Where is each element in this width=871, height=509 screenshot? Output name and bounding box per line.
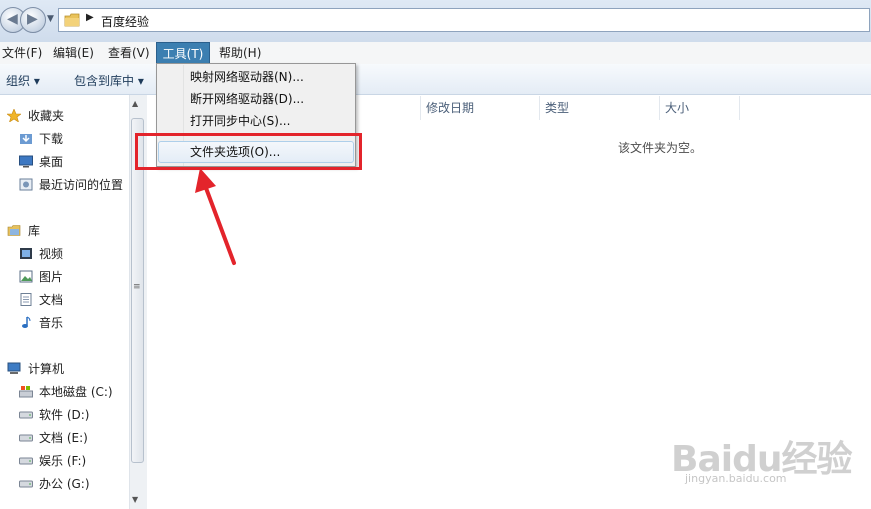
column-header-size[interactable]: 大小 [665, 96, 689, 120]
column-header-type[interactable]: 类型 [545, 96, 569, 120]
map-network-drive-item[interactable]: 映射网络驱动器(N)... [190, 66, 304, 88]
address-path[interactable]: 百度经验 [101, 13, 149, 30]
nav-drive-f-label: 娱乐 (F:) [39, 454, 87, 468]
drive-icon [19, 457, 33, 465]
forward-arrow-icon: ▶ [27, 11, 38, 27]
drive-icon [19, 480, 33, 488]
music-note-icon [22, 316, 31, 328]
menu-file[interactable]: 文件(F) [0, 42, 44, 64]
nav-videos-label: 视频 [39, 247, 64, 261]
include-in-library-button[interactable]: 包含到库中 ▾ [74, 72, 144, 89]
star-icon [7, 109, 21, 122]
menu-tools[interactable]: 工具(T) [156, 42, 210, 64]
annotation-highlight-box [135, 133, 362, 170]
menu-view[interactable]: 查看(V) [106, 42, 152, 64]
nav-documents-label: 文档 [39, 293, 64, 307]
libraries-icon [7, 225, 21, 236]
nav-drive-d-label: 软件 (D:) [39, 408, 90, 422]
nav-pictures-label: 图片 [39, 270, 64, 284]
nav-downloads-label: 下载 [39, 132, 64, 146]
documents-icon [20, 293, 32, 306]
nav-favorites-label: 收藏夹 [28, 109, 65, 123]
nav-drive-c-label: 本地磁盘 (C:) [39, 385, 113, 399]
organize-button[interactable]: 组织 ▾ [6, 72, 40, 89]
nav-music-label: 音乐 [39, 316, 64, 330]
nav-drive-e-label: 文档 (E:) [39, 431, 88, 445]
nav-libraries-label: 库 [28, 224, 41, 238]
computer-icon [7, 362, 21, 374]
column-separator[interactable] [659, 96, 660, 120]
column-separator[interactable] [539, 96, 540, 120]
scroll-grip-icon: ≡ [133, 282, 141, 292]
column-separator[interactable] [739, 96, 740, 120]
recent-pages-dropdown-icon[interactable]: ▼ [47, 14, 54, 24]
nav-recent-places-label: 最近访问的位置 [39, 178, 124, 192]
system-drive-icon [19, 386, 33, 398]
nav-computer-label: 计算机 [28, 362, 65, 376]
forward-button[interactable]: ▶ [20, 7, 46, 33]
drive-icon [19, 434, 33, 442]
nav-drive-g-label: 办公 (G:) [39, 477, 90, 491]
drive-icon [19, 411, 33, 419]
disconnect-network-drive-item[interactable]: 断开网络驱动器(D)... [190, 88, 304, 110]
column-separator[interactable] [420, 96, 421, 120]
scroll-up-icon[interactable]: ▲ [132, 99, 138, 108]
back-arrow-icon: ◀ [7, 11, 18, 27]
pictures-icon [19, 270, 33, 283]
watermark-url: jingyan.baidu.com [685, 472, 787, 485]
recent-places-icon [19, 178, 33, 191]
menu-help[interactable]: 帮助(H) [217, 42, 263, 64]
desktop-icon [19, 155, 33, 168]
annotation-arrow-icon [195, 168, 236, 265]
address-box[interactable]: ▶ 百度经验 [58, 8, 870, 32]
folder-icon [64, 13, 80, 27]
empty-folder-message: 该文件夹为空。 [618, 141, 703, 155]
videos-icon [20, 248, 32, 259]
breadcrumb-arrow-icon[interactable]: ▶ [86, 12, 94, 23]
downloads-folder-icon [20, 134, 32, 144]
menu-edit[interactable]: 编辑(E) [51, 42, 96, 64]
column-header-modified[interactable]: 修改日期 [426, 96, 474, 120]
scroll-down-icon[interactable]: ▼ [132, 495, 138, 504]
open-sync-center-item[interactable]: 打开同步中心(S)... [190, 110, 290, 132]
nav-desktop-label: 桌面 [39, 155, 64, 169]
